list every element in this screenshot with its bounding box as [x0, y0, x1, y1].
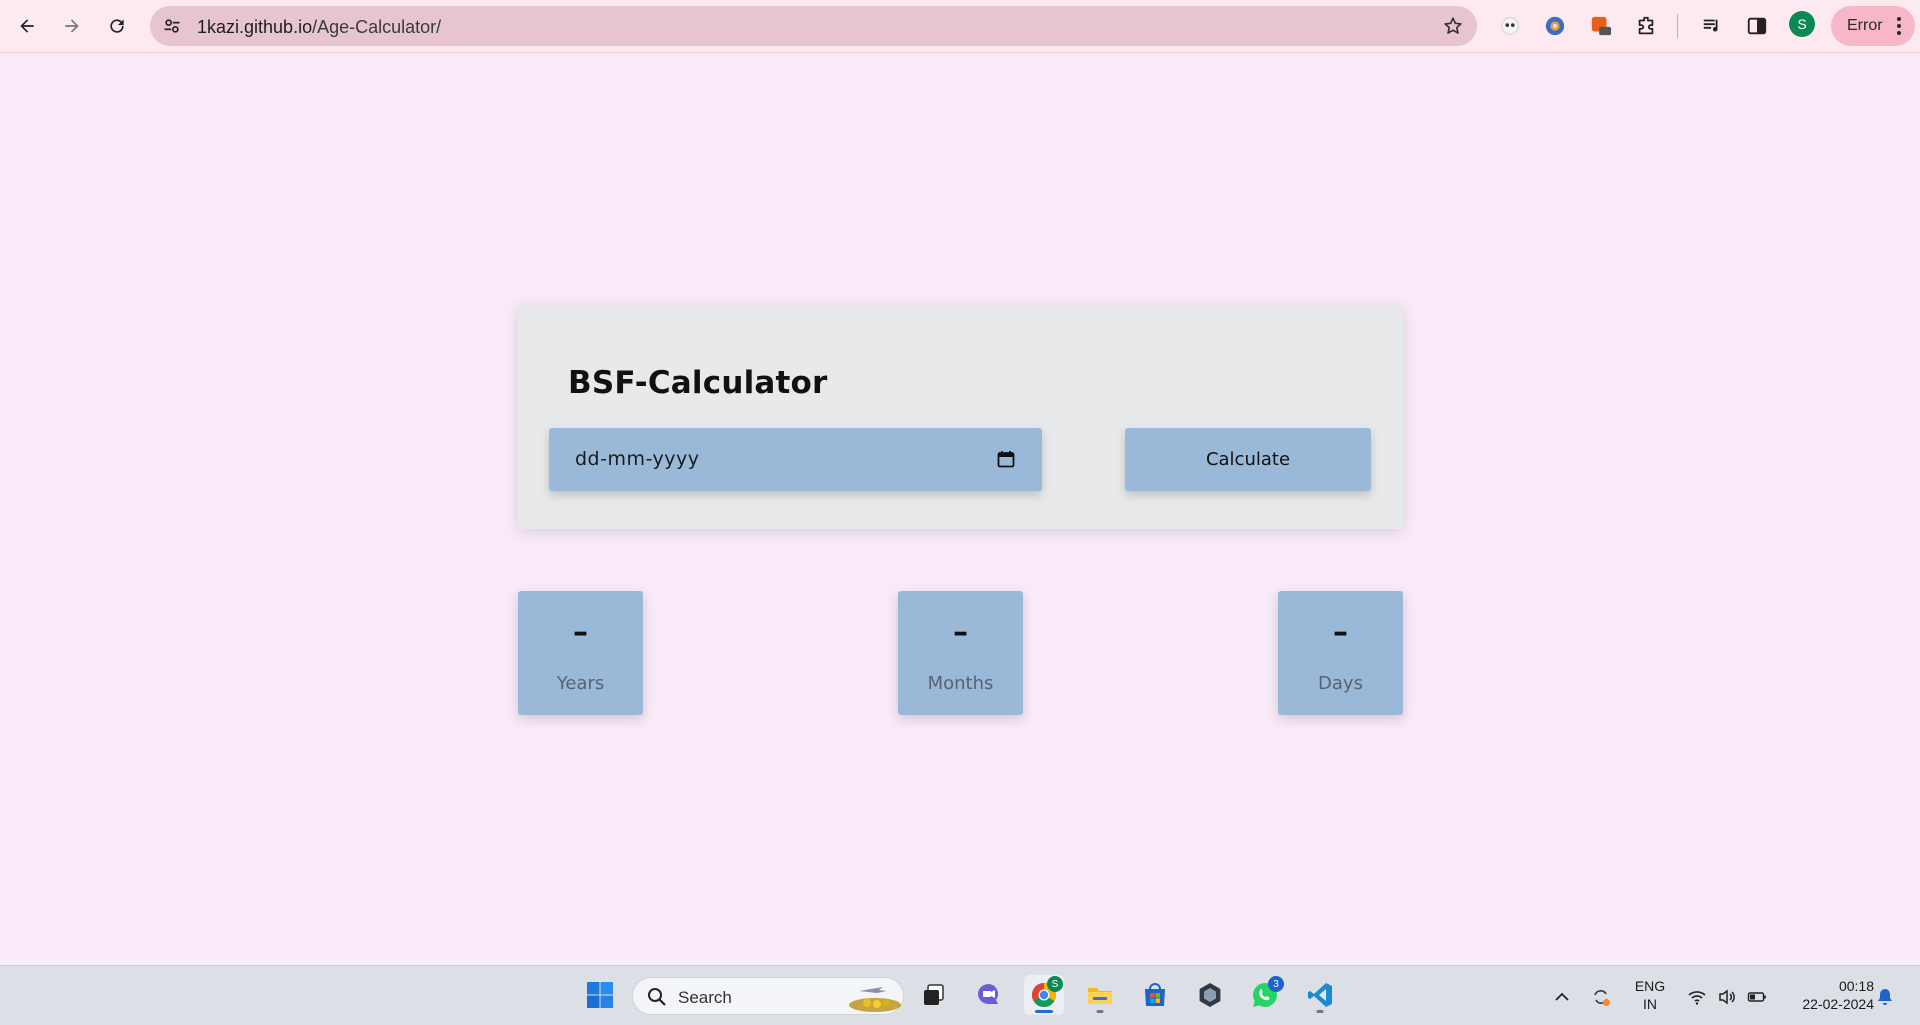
clock-time: 00:18: [1838, 978, 1874, 994]
calculate-button[interactable]: Calculate: [1125, 428, 1371, 491]
show-hidden-icons-button[interactable]: [1551, 986, 1573, 1008]
url-text: 1kazi.github.io/Age-Calculator/: [197, 17, 441, 38]
windows-logo-icon: [587, 982, 613, 1008]
url-path: /Age-Calculator/: [312, 17, 442, 37]
off-extension-button[interactable]: [1585, 10, 1617, 42]
search-label: Search: [678, 988, 732, 1007]
months-result-box: – Months: [898, 591, 1023, 715]
chevron-up-icon: [1555, 992, 1569, 1001]
error-label: Error: [1847, 17, 1883, 34]
windows-taskbar: Search S 3 ENG IN 00:18 22-02-2024: [0, 965, 1920, 1025]
vscode-icon: [1308, 983, 1332, 1007]
arrow-right-icon: [65, 19, 79, 33]
forward-button[interactable]: [54, 8, 90, 44]
language-code: ENG: [1634, 978, 1666, 994]
whatsapp-button[interactable]: 3: [1245, 975, 1285, 1015]
hexagon-app-icon: [1199, 983, 1221, 1007]
bell-icon: [1878, 989, 1892, 1005]
input-language-indicator[interactable]: ENG IN: [1630, 977, 1670, 1013]
puzzle-extensions-icon: [1638, 16, 1654, 35]
microsoft-store-button[interactable]: [1135, 975, 1175, 1015]
years-value: –: [573, 615, 588, 650]
running-indicator: [1096, 1010, 1104, 1013]
days-label: Days: [1318, 673, 1363, 694]
chat-bubble-icon: [978, 984, 999, 1004]
url-host: 1kazi.github.io: [197, 17, 313, 37]
profile-avatar[interactable]: S: [1789, 11, 1815, 37]
ublock-extension-button[interactable]: [1539, 10, 1571, 42]
browser-toolbar: 1kazi.github.io/Age-Calculator/ S Error: [0, 0, 1920, 53]
calendar-icon[interactable]: [997, 450, 1015, 468]
side-panel-button[interactable]: [1741, 10, 1773, 42]
clock[interactable]: 00:18 22-02-2024: [1780, 977, 1874, 1013]
notifications-button[interactable]: [1874, 986, 1896, 1008]
whatsapp-unread-badge: 3: [1268, 976, 1284, 992]
days-value: –: [1333, 615, 1348, 650]
store-bag-icon: [1145, 983, 1165, 1006]
calculator-card: BSF-Calculator dd-mm-yyyy Calculate: [518, 305, 1403, 529]
search-highlight-art-icon: [849, 987, 901, 1012]
wifi-icon: [1688, 991, 1706, 1005]
task-view-button[interactable]: [914, 975, 954, 1015]
months-value: –: [953, 615, 968, 650]
battery-icon: [1747, 992, 1766, 1002]
side-panel-icon: [1747, 17, 1767, 35]
playlist-music-icon: [1703, 19, 1718, 32]
birthdate-input[interactable]: dd-mm-yyyy: [549, 428, 1042, 491]
file-explorer-button[interactable]: [1080, 975, 1120, 1015]
ublock-icon: [1545, 16, 1565, 36]
years-label: Years: [556, 673, 605, 694]
task-view-icon: [924, 984, 944, 1005]
speaker-icon: [1719, 989, 1735, 1005]
volume-status[interactable]: [1716, 986, 1738, 1008]
active-app-indicator: [1035, 1010, 1053, 1013]
search-icon: [648, 988, 666, 1006]
sync-icon: [1594, 990, 1610, 1006]
reload-icon: [110, 19, 124, 33]
region-code: IN: [1643, 996, 1657, 1012]
toolbar-separator: [1677, 14, 1678, 38]
page-title: BSF-Calculator: [568, 365, 828, 401]
wifi-status[interactable]: [1686, 986, 1708, 1008]
media-controls-button[interactable]: [1696, 10, 1728, 42]
back-button[interactable]: [9, 8, 45, 44]
start-button[interactable]: [580, 975, 620, 1015]
battery-status[interactable]: [1746, 986, 1768, 1008]
date-placeholder: dd-mm-yyyy: [575, 448, 700, 470]
chrome-error-menu-button[interactable]: Error: [1831, 6, 1915, 46]
running-indicator: [1316, 1010, 1324, 1013]
site-info-button[interactable]: [158, 12, 186, 40]
tune-icon: [164, 19, 180, 33]
days-result-box: – Days: [1278, 591, 1403, 715]
arrow-left-icon: [20, 19, 34, 33]
taskbar-search-box[interactable]: Search: [632, 977, 904, 1015]
teams-chat-button[interactable]: [969, 975, 1009, 1015]
reload-button[interactable]: [99, 8, 135, 44]
months-label: Months: [927, 673, 994, 694]
address-bar[interactable]: 1kazi.github.io/Age-Calculator/: [150, 6, 1477, 46]
panda-extension-button[interactable]: [1494, 10, 1526, 42]
star-icon: [1444, 17, 1462, 34]
chrome-profile-badge: S: [1047, 976, 1063, 992]
sync-status-button[interactable]: [1590, 986, 1612, 1008]
clock-date: 22-02-2024: [1802, 996, 1874, 1012]
years-result-box: – Years: [518, 591, 643, 715]
dev-tool-button[interactable]: [1190, 975, 1230, 1015]
panda-extension-icon: [1501, 17, 1519, 35]
kebab-menu-icon: [1897, 17, 1901, 35]
vscode-button[interactable]: [1300, 975, 1340, 1015]
bookmark-star-button[interactable]: [1439, 12, 1467, 40]
folder-icon: [1088, 988, 1112, 1004]
chrome-taskbar-button[interactable]: S: [1024, 975, 1064, 1015]
off-extension-icon: [1591, 16, 1612, 36]
extensions-button[interactable]: [1630, 10, 1662, 42]
